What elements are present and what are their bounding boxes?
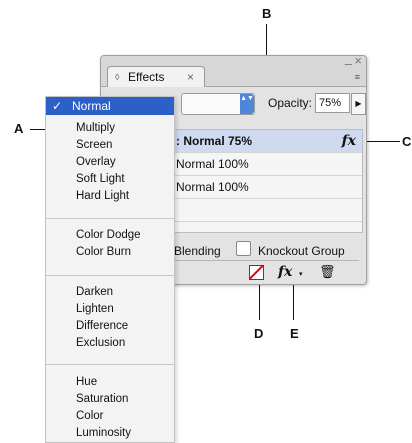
opacity-input[interactable]: 75%	[315, 93, 350, 113]
menu-item-color-dodge[interactable]: Color Dodge	[76, 229, 141, 241]
menu-item-color-burn[interactable]: Color Burn	[76, 246, 131, 258]
layer-row-fill[interactable]: Normal 100%	[172, 176, 362, 199]
tab-collapse-icon[interactable]: ◊	[115, 67, 119, 87]
menu-item-multiply[interactable]: Multiply	[76, 122, 115, 134]
menu-item-lighten[interactable]: Lighten	[76, 303, 114, 315]
opacity-stepper-icon[interactable]: ▶	[351, 93, 366, 115]
menu-item-hue[interactable]: Hue	[76, 376, 97, 388]
select-arrows-icon[interactable]: ▲▼	[240, 94, 254, 114]
menu-item-screen[interactable]: Screen	[76, 139, 112, 151]
layer-row-object[interactable]: : Normal 75% fx	[172, 130, 362, 153]
menu-item-color[interactable]: Color	[76, 410, 103, 422]
layer-row-label: : Normal 75%	[176, 134, 253, 148]
knockout-group-checkbox[interactable]	[236, 241, 251, 256]
callout-e: E	[290, 326, 299, 341]
blend-mode-select[interactable]: ▲▼	[181, 93, 255, 115]
fx-indicator-icon: fx	[341, 133, 356, 149]
callout-c: C	[402, 134, 412, 149]
menu-item-normal[interactable]: ✓ Normal	[46, 97, 174, 115]
menu-item-darken[interactable]: Darken	[76, 286, 113, 298]
layer-row-text[interactable]	[172, 199, 362, 222]
menu-item-difference[interactable]: Difference	[76, 320, 128, 332]
menu-item-exclusion[interactable]: Exclusion	[76, 337, 125, 349]
layer-row-label: Normal 100%	[176, 157, 249, 171]
layer-row-label: Normal 100%	[176, 180, 249, 194]
menu-separator	[46, 275, 174, 276]
effects-layer-list: : Normal 75% fx Normal 100% Normal 100%	[171, 129, 363, 233]
callout-d: D	[254, 326, 264, 341]
clear-effects-icon[interactable]	[249, 265, 264, 280]
menu-item-saturation[interactable]: Saturation	[76, 393, 128, 405]
fx-dropdown-caret-icon[interactable]: ▾	[299, 270, 303, 278]
layer-row-stroke[interactable]: Normal 100%	[172, 153, 362, 176]
tab-effects[interactable]: ◊ Effects ×	[107, 66, 205, 87]
menu-separator	[46, 364, 174, 365]
minimize-icon[interactable]: –	[345, 56, 352, 71]
panel-divider	[171, 260, 359, 261]
panel-menu-icon[interactable]: ≡	[355, 73, 360, 82]
menu-item-overlay[interactable]: Overlay	[76, 156, 116, 168]
blend-mode-menu: ✓ Normal Multiply Screen Overlay Soft Li…	[45, 96, 175, 443]
menu-item-label: Normal	[72, 99, 111, 113]
panel-tab-bar: ◊ Effects × – × ≡	[101, 53, 366, 87]
checkmark-icon: ✓	[52, 99, 63, 113]
menu-separator	[46, 218, 174, 219]
knockout-group-label[interactable]: Knockout Group	[258, 244, 345, 258]
callout-a: A	[14, 121, 24, 136]
opacity-label: Opacity:	[268, 96, 313, 110]
callout-b: B	[262, 6, 272, 21]
tab-close-icon[interactable]: ×	[187, 67, 194, 87]
close-icon[interactable]: ×	[354, 53, 362, 68]
menu-item-hard-light[interactable]: Hard Light	[76, 190, 129, 202]
menu-item-soft-light[interactable]: Soft Light	[76, 173, 125, 185]
tab-label: Effects	[128, 70, 165, 84]
fx-add-effect-icon[interactable]: fx	[278, 264, 292, 280]
menu-item-luminosity[interactable]: Luminosity	[76, 427, 131, 439]
trash-icon[interactable]: 🗑	[319, 264, 336, 280]
isolate-blending-label[interactable]: Blending	[174, 244, 221, 258]
